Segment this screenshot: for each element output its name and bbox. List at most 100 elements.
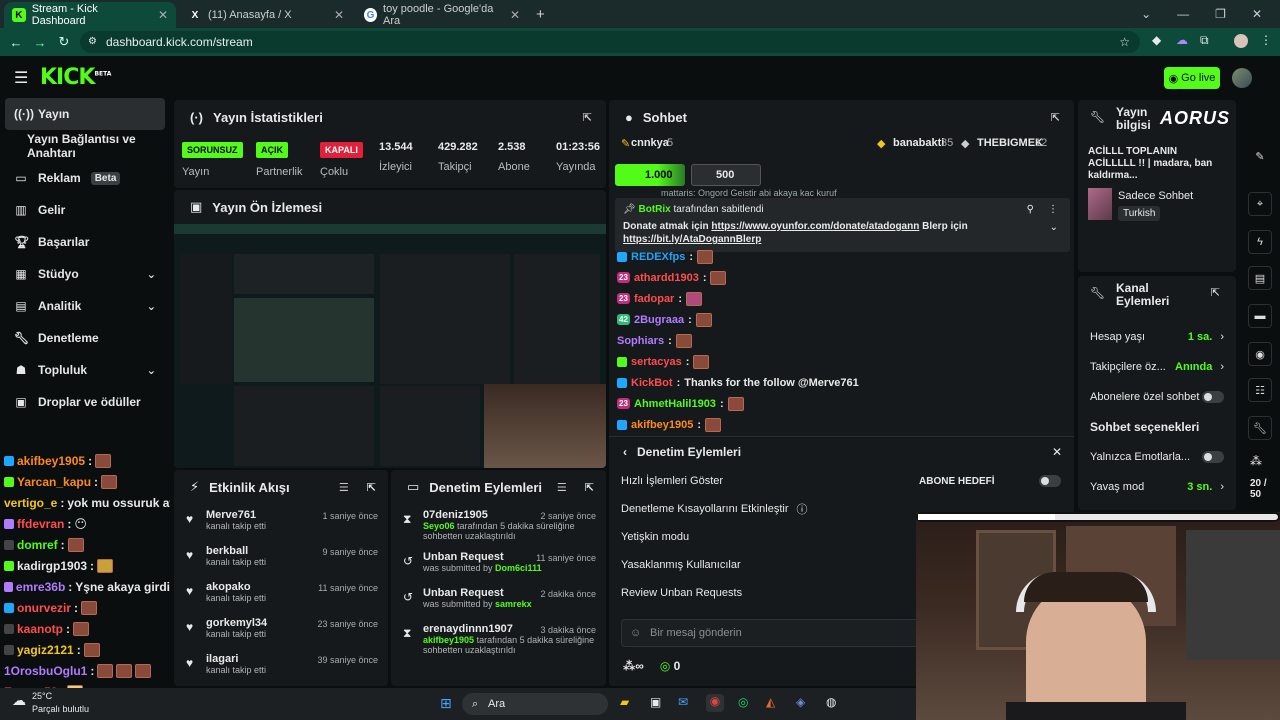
mod-actor[interactable]: Dom6ci111 xyxy=(495,563,542,573)
close-window-icon[interactable]: ✕ xyxy=(1252,7,1262,21)
maximize-icon[interactable]: ❐ xyxy=(1215,7,1226,21)
document-icon[interactable]: ▤ xyxy=(1248,266,1272,290)
mod-actor[interactable]: samrekx xyxy=(495,599,532,609)
browser-menu-icon[interactable]: ⋮ xyxy=(1260,33,1272,47)
chat-username[interactable]: REDEXfps xyxy=(631,251,685,263)
go-live-button[interactable]: ◉ Go live xyxy=(1164,67,1220,89)
mail-icon[interactable]: ✉ xyxy=(678,695,688,709)
pinned-by[interactable]: BotRix xyxy=(638,204,670,215)
browser-tab-kick[interactable]: K Stream - Kick Dashboard ✕ xyxy=(4,2,176,28)
chat-input[interactable]: ☺ Bir mesaj gönderin xyxy=(621,619,921,647)
app-icon[interactable]: ◭ xyxy=(766,695,775,709)
chevron-down-icon[interactable]: ⌄ xyxy=(1050,222,1058,233)
quick-actions-toggle[interactable] xyxy=(1039,475,1061,487)
goal-progress[interactable]: 500 xyxy=(691,164,761,186)
browser-tab-x[interactable]: X (11) Anasayfa / X ✕ xyxy=(180,2,352,28)
chat-username[interactable]: AhmetHalil1903 xyxy=(634,398,716,410)
top-gifter[interactable]: THEBIGMEK xyxy=(977,137,1043,149)
mod-actor[interactable]: akifbey1905 xyxy=(423,635,474,645)
layout-icon[interactable]: ☷ xyxy=(1248,378,1272,402)
sidebar-item-droplar[interactable]: ▣ Droplar ve ödüller xyxy=(0,386,170,418)
points-icon[interactable]: ◎ xyxy=(660,659,670,673)
chat-username[interactable]: 2Bugraaa xyxy=(634,314,684,326)
sidebar-item-gelir[interactable]: ▥ Gelir xyxy=(0,194,170,226)
top-user[interactable]: cnnkya xyxy=(631,137,669,149)
user-avatar[interactable] xyxy=(1232,68,1252,88)
setting-followers-only[interactable]: Takipçilere öz... Anında › xyxy=(1078,352,1236,382)
sidebar-item-basarilar[interactable]: 🏆︎ Başarılar xyxy=(0,226,170,258)
chrome-icon[interactable]: ◉ xyxy=(706,694,724,712)
filter-icon[interactable]: ☰ xyxy=(339,481,349,494)
tab-search-icon[interactable]: ⌄ xyxy=(1141,7,1151,21)
minimize-icon[interactable]: — xyxy=(1177,7,1189,21)
mod-option[interactable]: Hızlı İşlemleri Göster ABONE HEDEFİ xyxy=(609,467,1074,495)
top-gifter[interactable]: banabakti xyxy=(893,137,944,149)
hamburger-menu-icon[interactable]: ☰ xyxy=(14,68,28,88)
url-input[interactable]: ⚙ dashboard.kick.com/stream ☆ xyxy=(80,31,1140,53)
steam-icon[interactable]: ◍ xyxy=(826,695,836,709)
pencil-icon[interactable]: ✎ xyxy=(1248,144,1272,168)
preview-video[interactable] xyxy=(174,224,606,468)
category-thumbnail[interactable] xyxy=(1088,188,1112,220)
windows-start-icon[interactable]: ⊞ xyxy=(440,695,452,712)
reload-icon[interactable]: ↻ xyxy=(52,34,76,50)
chat-username[interactable]: sertacyas xyxy=(631,356,682,368)
popout-icon[interactable]: ⇱ xyxy=(367,481,376,494)
pin-icon[interactable]: ⚲ xyxy=(1027,204,1034,215)
forward-icon[interactable]: → xyxy=(28,35,52,50)
filter-icon[interactable]: ☰ xyxy=(557,481,567,494)
chat-username[interactable]: KickBot xyxy=(631,377,673,389)
more-icon[interactable]: ⋮ xyxy=(1048,204,1058,215)
bookmark-star-icon[interactable]: ☆ xyxy=(1119,31,1130,53)
back-icon[interactable]: ← xyxy=(4,35,28,50)
stream-tag[interactable]: Turkish xyxy=(1118,206,1161,221)
broadcast-icon[interactable]: ◉ xyxy=(1248,342,1272,366)
discord-icon[interactable]: ◈ xyxy=(796,695,805,709)
setting-account-age[interactable]: Hesap yaşı 1 sa. › xyxy=(1078,322,1236,352)
site-info-icon[interactable]: ⚙ xyxy=(88,31,97,53)
taskbar-search[interactable]: ⌕ Ara xyxy=(462,693,608,715)
file-explorer-icon[interactable]: ▰ xyxy=(620,695,629,709)
extension-icon[interactable]: ☁ xyxy=(1176,33,1188,47)
new-tab-icon[interactable]: + xyxy=(528,2,553,28)
popout-icon[interactable]: ⇱ xyxy=(585,481,594,494)
emote-only-toggle[interactable] xyxy=(1202,451,1224,463)
close-icon[interactable]: ✕ xyxy=(1052,445,1062,459)
sidebar-item-analitik[interactable]: ▤ Analitik ⌄ xyxy=(0,290,170,322)
store-icon[interactable]: ▣ xyxy=(650,695,661,709)
wrench-icon[interactable]: 🔧︎ xyxy=(1248,416,1272,440)
goal-progress[interactable]: 1.000 xyxy=(615,164,685,186)
popout-icon[interactable]: ⇱ xyxy=(1211,286,1220,299)
sidebar-item-stream-key[interactable]: Yayın Bağlantısı ve Anahtarı xyxy=(0,130,170,162)
sidebar-item-studyo[interactable]: ▦ Stüdyo ⌄ xyxy=(0,258,170,290)
sidebar-item-reklam[interactable]: ▭ Reklam Beta xyxy=(0,162,170,194)
close-tab-icon[interactable]: ✕ xyxy=(334,8,344,22)
extensions-puzzle-icon[interactable]: ⧉ xyxy=(1200,33,1209,48)
pinned-link[interactable]: https://www.oyunfor.com/donate/atadogann xyxy=(711,221,919,232)
pinned-link[interactable]: https://bit.ly/AtaDogannBlerp xyxy=(623,234,761,245)
mod-actor[interactable]: Seyo06 xyxy=(423,521,455,531)
back-chevron-icon[interactable]: ‹ xyxy=(623,445,627,459)
chat-username[interactable]: athardd1903 xyxy=(634,272,699,284)
popout-icon[interactable]: ⇱ xyxy=(583,111,592,124)
lightning-icon[interactable]: ϟ xyxy=(1248,230,1272,254)
chat-username[interactable]: akifbey1905 xyxy=(631,419,693,431)
profile-avatar[interactable] xyxy=(1234,34,1248,48)
spotify-icon[interactable]: ◎ xyxy=(738,695,748,709)
browser-tab-google[interactable]: G toy poodle - Google'da Ara ✕ xyxy=(356,2,528,28)
weather-icon[interactable]: ☁ xyxy=(12,692,26,709)
popout-icon[interactable]: ⇱ xyxy=(1051,111,1060,124)
chat-username[interactable]: Sophiars xyxy=(617,335,664,347)
sidebar-item-topluluk[interactable]: ☗ Topluluk ⌄ xyxy=(0,354,170,386)
close-tab-icon[interactable]: ✕ xyxy=(158,8,168,22)
chat-username[interactable]: fadopar xyxy=(634,293,674,305)
extension-icon[interactable]: ◆ xyxy=(1152,33,1161,47)
category-name[interactable]: Sadece Sohbet xyxy=(1118,190,1193,202)
chat-icon[interactable]: ▬ xyxy=(1248,304,1272,328)
close-tab-icon[interactable]: ✕ xyxy=(510,8,520,22)
capture-icon[interactable]: ⌖ xyxy=(1248,192,1272,216)
sidebar-item-denetleme[interactable]: 🔧︎ Denetleme xyxy=(0,322,170,354)
setting-slow-mode[interactable]: Yavaş mod 3 sn. › xyxy=(1078,472,1236,502)
kick-logo[interactable]: KICKBETA xyxy=(40,65,111,90)
sidebar-item-yayin[interactable]: ((·)) Yayın xyxy=(5,98,165,130)
